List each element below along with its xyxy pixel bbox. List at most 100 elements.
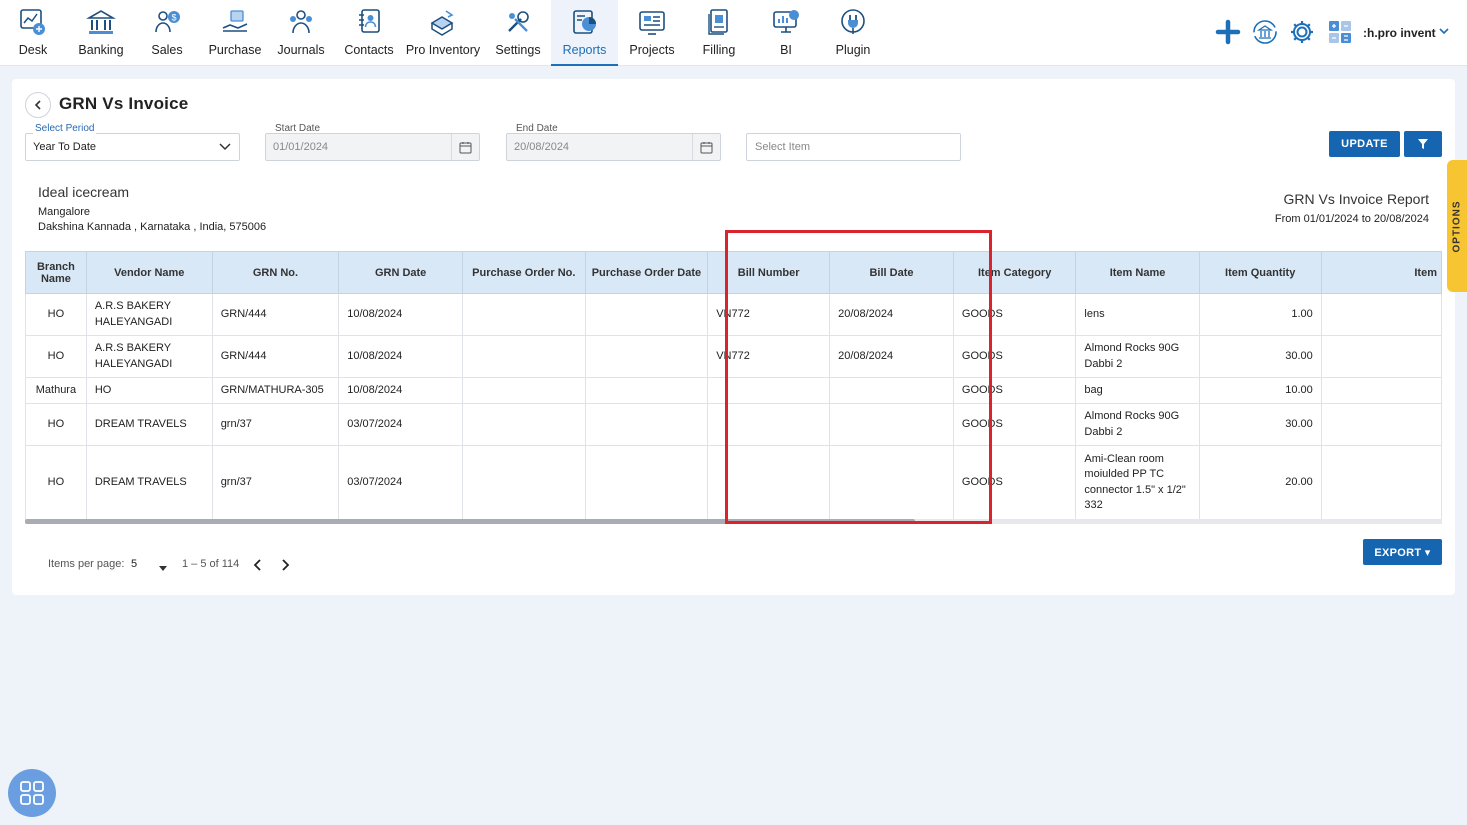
update-button[interactable]: UPDATE <box>1329 131 1400 157</box>
table-cell: GOODS <box>952 293 1077 336</box>
nav-journals[interactable]: Journals <box>277 0 325 66</box>
column-header[interactable]: Bill Number <box>707 251 831 294</box>
nav-plugin[interactable]: Plugin <box>833 0 873 66</box>
table-cell: DREAM TRAVELS <box>85 445 213 520</box>
apps-menu-button[interactable] <box>8 769 56 817</box>
column-header[interactable]: Bill Date <box>829 251 954 294</box>
table-cell: GOODS <box>952 377 1077 404</box>
report-table-container[interactable]: Branch Name Vendor Name GRN No. GRN Date… <box>25 251 1442 524</box>
column-header[interactable]: Branch Name <box>25 251 87 294</box>
table-cell <box>584 293 709 336</box>
nav-label: Desk <box>18 43 48 57</box>
table-row[interactable]: HO A.R.S BAKERY HALEYANGADI GRN/444 10/0… <box>25 335 1442 378</box>
column-header[interactable]: Item Name <box>1075 251 1200 294</box>
nav-bi[interactable]: BI <box>768 0 804 66</box>
table-row[interactable]: Mathura HO GRN/MATHURA-305 10/08/2024 GO… <box>25 377 1442 404</box>
previous-page-button[interactable] <box>250 557 266 573</box>
column-header[interactable]: Item Quantity <box>1198 251 1322 294</box>
nav-sales[interactable]: $ Sales <box>145 0 189 66</box>
nav-purchase[interactable]: Purchase <box>208 0 262 66</box>
calendar-icon[interactable] <box>451 134 479 160</box>
company-name-heading: Ideal icecream <box>38 184 130 200</box>
page-title: GRN Vs Invoice <box>59 94 189 113</box>
table-cell: Almond Rocks 90G Dabbi 2 <box>1075 335 1200 378</box>
chevron-left-icon <box>34 100 41 110</box>
table-cell <box>1320 335 1442 378</box>
table-cell: HO <box>85 377 213 404</box>
table-row[interactable]: HO DREAM TRAVELS grn/37 03/07/2024 GOODS… <box>25 445 1442 520</box>
pagination-range: 1 – 5 of 114 <box>182 558 240 570</box>
nav-projects[interactable]: Projects <box>628 0 676 66</box>
nav-label: Pro Inventory <box>405 43 481 57</box>
export-button[interactable]: EXPORT ▾ <box>1363 539 1442 565</box>
filter-button[interactable] <box>1404 131 1442 157</box>
table-cell: VN772 <box>707 335 831 378</box>
bi-icon <box>771 7 801 37</box>
nav-label: Contacts <box>344 43 394 57</box>
select-item-input[interactable]: Select Item <box>746 133 961 161</box>
table-cell: 03/07/2024 <box>338 445 464 520</box>
start-date-field[interactable]: Start Date 01/01/2024 <box>265 123 480 161</box>
gear-icon[interactable] <box>1288 18 1316 46</box>
projects-icon <box>637 7 667 37</box>
company-address: Dakshina Kannada , Karnataka , India, 57… <box>38 221 267 233</box>
column-header[interactable]: Purchase Order Date <box>584 251 709 294</box>
options-tab[interactable]: OPTIONS <box>1447 160 1467 292</box>
scrollbar-thumb[interactable] <box>25 519 915 524</box>
items-per-page-select[interactable]: 5 <box>131 558 137 570</box>
nav-label: Filling <box>702 43 736 57</box>
chevron-down-icon[interactable] <box>1437 24 1451 38</box>
caret-down-icon[interactable] <box>158 561 168 571</box>
table-cell: 10.00 <box>1198 377 1322 404</box>
table-cell: GOODS <box>952 403 1077 446</box>
horizontal-scrollbar[interactable] <box>25 519 1442 524</box>
nav-contacts[interactable]: Contacts <box>343 0 395 66</box>
table-cell: GRN/444 <box>211 293 340 336</box>
column-header[interactable]: Vendor Name <box>85 251 213 294</box>
column-header[interactable]: Purchase Order No. <box>462 251 586 294</box>
next-page-button[interactable] <box>277 557 293 573</box>
nav-label: Plugin <box>835 43 871 57</box>
table-cell: 30.00 <box>1198 403 1322 446</box>
report-date-range: From 01/01/2024 to 20/08/2024 <box>1274 213 1429 225</box>
items-per-page-label: Items per page: <box>48 558 125 570</box>
sync-bank-icon[interactable] <box>1251 18 1279 46</box>
nav-desk[interactable]: Desk <box>10 0 56 66</box>
nav-banking[interactable]: Banking <box>75 0 127 66</box>
bank-icon <box>86 7 116 37</box>
end-date-field[interactable]: End Date 20/08/2024 <box>506 123 721 161</box>
table-row[interactable]: HO A.R.S BAKERY HALEYANGADI GRN/444 10/0… <box>25 293 1442 336</box>
column-header[interactable]: Item Category <box>952 251 1077 294</box>
nav-pro-inventory[interactable]: Pro Inventory <box>404 0 482 66</box>
desk-icon <box>18 7 48 37</box>
column-header[interactable]: GRN No. <box>211 251 340 294</box>
back-button[interactable] <box>25 92 51 118</box>
add-icon[interactable] <box>1214 18 1242 46</box>
table-cell: 10/08/2024 <box>338 293 464 336</box>
calendar-icon[interactable] <box>692 134 720 160</box>
nav-label: Projects <box>629 43 675 57</box>
table-cell: grn/37 <box>211 403 340 446</box>
settings-tools-icon <box>503 7 533 37</box>
select-period-dropdown[interactable]: Select Period Year To Date <box>25 123 240 161</box>
table-cell: DREAM TRAVELS <box>85 403 213 446</box>
company-name[interactable]: :h.pro invent <box>1363 26 1436 40</box>
table-cell: HO <box>25 293 87 336</box>
purchase-icon <box>220 7 250 37</box>
nav-settings[interactable]: Settings <box>494 0 542 66</box>
table-cell: lens <box>1075 293 1200 336</box>
column-header[interactable]: Item <box>1320 251 1442 294</box>
table-row[interactable]: HO DREAM TRAVELS grn/37 03/07/2024 GOODS… <box>25 403 1442 446</box>
nav-label: Sales <box>151 43 183 57</box>
apps-calculator-icon[interactable] <box>1326 18 1354 46</box>
table-header-row: Branch Name Vendor Name GRN No. GRN Date… <box>25 251 1442 294</box>
chevron-right-icon <box>282 559 290 571</box>
table-cell: GRN/444 <box>211 335 340 378</box>
nav-reports[interactable]: Reports <box>551 0 618 66</box>
table-cell <box>1320 377 1442 404</box>
column-header[interactable]: GRN Date <box>338 251 464 294</box>
table-cell <box>462 445 586 520</box>
nav-filling[interactable]: Filling <box>700 0 738 66</box>
table-cell: A.R.S BAKERY HALEYANGADI <box>85 335 213 378</box>
nav-label: Reports <box>562 43 607 57</box>
